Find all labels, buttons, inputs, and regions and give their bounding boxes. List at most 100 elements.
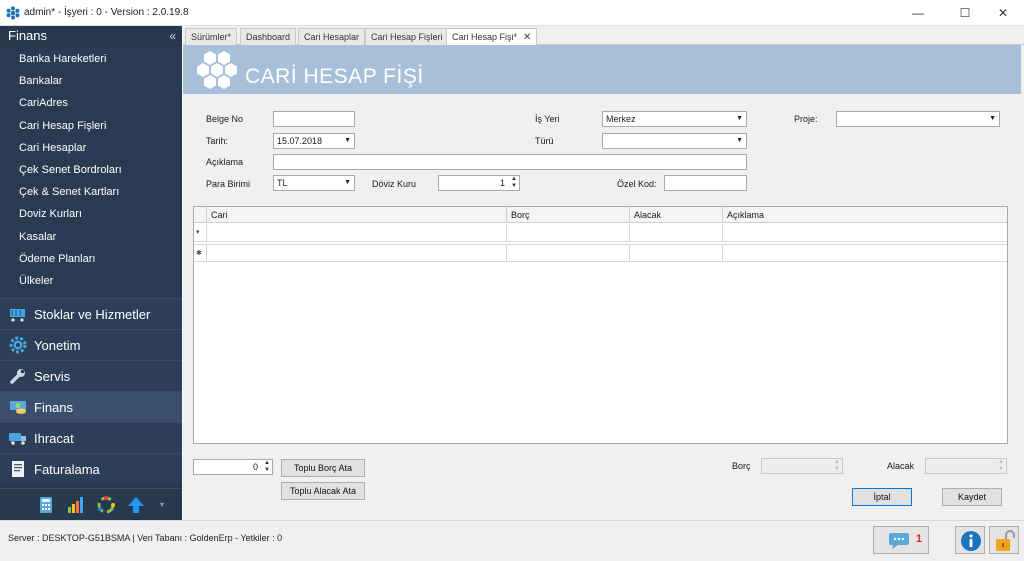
sidebar-item-kasalar[interactable]: Kasalar	[0, 226, 182, 248]
close-icon[interactable]: ✕	[523, 32, 531, 43]
grid-cell[interactable]	[506, 245, 629, 262]
group-label: Faturalama	[34, 461, 100, 477]
sidebar: Finans « Banka Hareketleri Bankalar Cari…	[0, 26, 182, 520]
column-header-aciklama[interactable]: Açıklama	[722, 207, 1007, 223]
sidebar-groups: Stoklar ve Hizmetler Yonetim Servis Fina…	[0, 298, 182, 484]
sidebar-footer: ▾	[0, 488, 182, 520]
group-label: Finans	[34, 399, 74, 415]
refresh-icon[interactable]	[96, 495, 116, 515]
spin-arrows-icon[interactable]: ▲ ▼	[263, 460, 271, 474]
filter-icon: ▾	[196, 229, 200, 236]
column-header-alacak[interactable]: Alacak	[629, 207, 722, 223]
grid-cell[interactable]	[206, 245, 506, 262]
sidebar-item-cari-hesap-fisleri[interactable]: Cari Hesap Fişleri	[0, 115, 182, 137]
grid-cell[interactable]	[206, 224, 506, 241]
tab-cari-hesaplar[interactable]: Cari Hesaplar	[298, 28, 366, 45]
calculator-icon[interactable]	[36, 495, 56, 515]
proje-select[interactable]: ▼	[836, 111, 1000, 127]
tab-surumler[interactable]: Sürümler*	[185, 28, 238, 45]
window-title: admin* - İşyeri : 0 - Version : 2.0.19.8	[24, 7, 189, 18]
sidebar-item-bankalar[interactable]: Bankalar	[0, 70, 182, 92]
app-logo-icon	[6, 6, 20, 20]
sidebar-item-cek-senet-kartlari[interactable]: Çek & Senet Kartları	[0, 181, 182, 203]
tab-cari-hesap-fisleri[interactable]: Cari Hesap Fişleri	[365, 28, 449, 45]
footer-more-icon[interactable]: ▾	[160, 500, 164, 509]
turu-select[interactable]: ▼	[602, 133, 747, 149]
sidebar-item-cariadres[interactable]: CariAdres	[0, 92, 182, 114]
column-header-borc[interactable]: Borç	[506, 207, 629, 223]
para-birimi-value: TL	[277, 178, 288, 188]
para-birimi-select[interactable]: TL ▼	[273, 175, 355, 191]
group-finans[interactable]: Finans	[0, 391, 182, 422]
grid-cell[interactable]	[722, 224, 1007, 241]
column-header-cari[interactable]: Cari	[206, 207, 506, 223]
alacak-total-field: ▲ ▼	[925, 458, 1007, 474]
grid-header: Cari Borç Alacak Açıklama	[194, 207, 1007, 223]
counter-stepper[interactable]: 0 ▲ ▼	[193, 459, 273, 475]
tarih-date-picker[interactable]: 15.07.2018 ▼	[273, 133, 355, 149]
proje-label: Proje:	[794, 114, 818, 124]
group-yonetim[interactable]: Yonetim	[0, 329, 182, 360]
kaydet-button[interactable]: Kaydet	[942, 488, 1002, 506]
money-icon	[10, 401, 26, 414]
close-button[interactable]: ✕	[980, 0, 1024, 26]
toplu-borc-ata-button[interactable]: Toplu Borç Ata	[281, 459, 365, 477]
alacak-total-label: Alacak	[887, 461, 915, 471]
doviz-kuru-stepper[interactable]: 1 ▲ ▼	[438, 175, 520, 191]
chevron-down-icon: ▼	[736, 137, 743, 144]
para-birimi-label: Para Birimi	[206, 179, 251, 189]
new-row-icon: ✱	[196, 250, 202, 257]
is-yeri-label: İş Yeri	[535, 114, 560, 124]
up-arrow-icon[interactable]	[126, 495, 146, 515]
lock-button[interactable]	[989, 526, 1019, 554]
hexagon-logo-icon	[197, 51, 237, 89]
info-icon	[961, 531, 981, 551]
group-ihracat[interactable]: Ihracat	[0, 422, 182, 453]
bar-chart-icon[interactable]	[66, 495, 86, 515]
wrench-icon	[10, 369, 25, 384]
cart-icon	[10, 309, 25, 322]
chevron-down-icon: ▼	[736, 115, 743, 122]
is-yeri-select[interactable]: Merkez ▼	[602, 111, 747, 127]
tab-bar: Sürümler* Dashboard Cari Hesaplar Cari H…	[183, 26, 1024, 46]
collapse-icon[interactable]: «	[169, 26, 176, 46]
tab-dashboard[interactable]: Dashboard	[240, 28, 297, 45]
grid-cell[interactable]	[506, 224, 629, 241]
notifications-button[interactable]: 1	[873, 526, 929, 554]
turu-label: Türü	[535, 136, 554, 146]
sidebar-item-doviz-kurlari[interactable]: Doviz Kurları	[0, 203, 182, 225]
sidebar-item-cari-hesaplar[interactable]: Cari Hesaplar	[0, 137, 182, 159]
belge-no-field[interactable]	[273, 111, 355, 127]
minimize-button[interactable]: —	[895, 0, 941, 26]
group-stoklar[interactable]: Stoklar ve Hizmetler	[0, 298, 182, 329]
notification-count: 1	[916, 533, 923, 545]
sidebar-item-cek-senet-bordrolari[interactable]: Çek Senet Bordroları	[0, 159, 182, 181]
ozel-kod-field[interactable]	[664, 175, 747, 191]
group-servis[interactable]: Servis	[0, 360, 182, 391]
tab-label: Cari Hesap Fişi*	[452, 32, 518, 42]
form-area: CARİ HESAP FİŞİ Belge No İş Yeri Merkez ▼…	[183, 45, 1024, 520]
grid-cell[interactable]	[629, 245, 722, 262]
info-button[interactable]	[955, 526, 985, 554]
tarih-value: 15.07.2018	[277, 136, 323, 146]
filter-row[interactable]: ▾	[194, 224, 1007, 242]
tab-cari-hesap-fisi[interactable]: Cari Hesap Fişi* ✕	[446, 28, 538, 46]
sidebar-item-odeme-planlari[interactable]: Ödeme Planları	[0, 248, 182, 270]
aciklama-field[interactable]	[273, 154, 747, 170]
borc-total-label: Borç	[732, 461, 751, 471]
sidebar-header: Finans «	[0, 26, 182, 46]
iptal-button[interactable]: İptal	[852, 488, 912, 506]
sidebar-item-banka-hareketleri[interactable]: Banka Hareketleri	[0, 48, 182, 70]
new-row[interactable]: ✱	[194, 244, 1007, 262]
group-faturalama[interactable]: Faturalama	[0, 453, 182, 484]
spin-arrows-icon[interactable]: ▲ ▼	[510, 176, 518, 190]
spin-arrows-icon: ▲ ▼	[834, 459, 840, 472]
toplu-alacak-ata-button[interactable]: Toplu Alacak Ata	[281, 482, 365, 500]
group-label: Stoklar ve Hizmetler	[34, 306, 151, 322]
gear-icon	[9, 336, 27, 354]
grid-cell[interactable]	[629, 224, 722, 241]
grid-cell[interactable]	[722, 245, 1007, 262]
spin-arrows-icon: ▲ ▼	[998, 459, 1004, 472]
entries-grid[interactable]: Cari Borç Alacak Açıklama ▾ ✱	[193, 206, 1008, 444]
sidebar-item-ulkeler[interactable]: Ülkeler	[0, 270, 182, 292]
